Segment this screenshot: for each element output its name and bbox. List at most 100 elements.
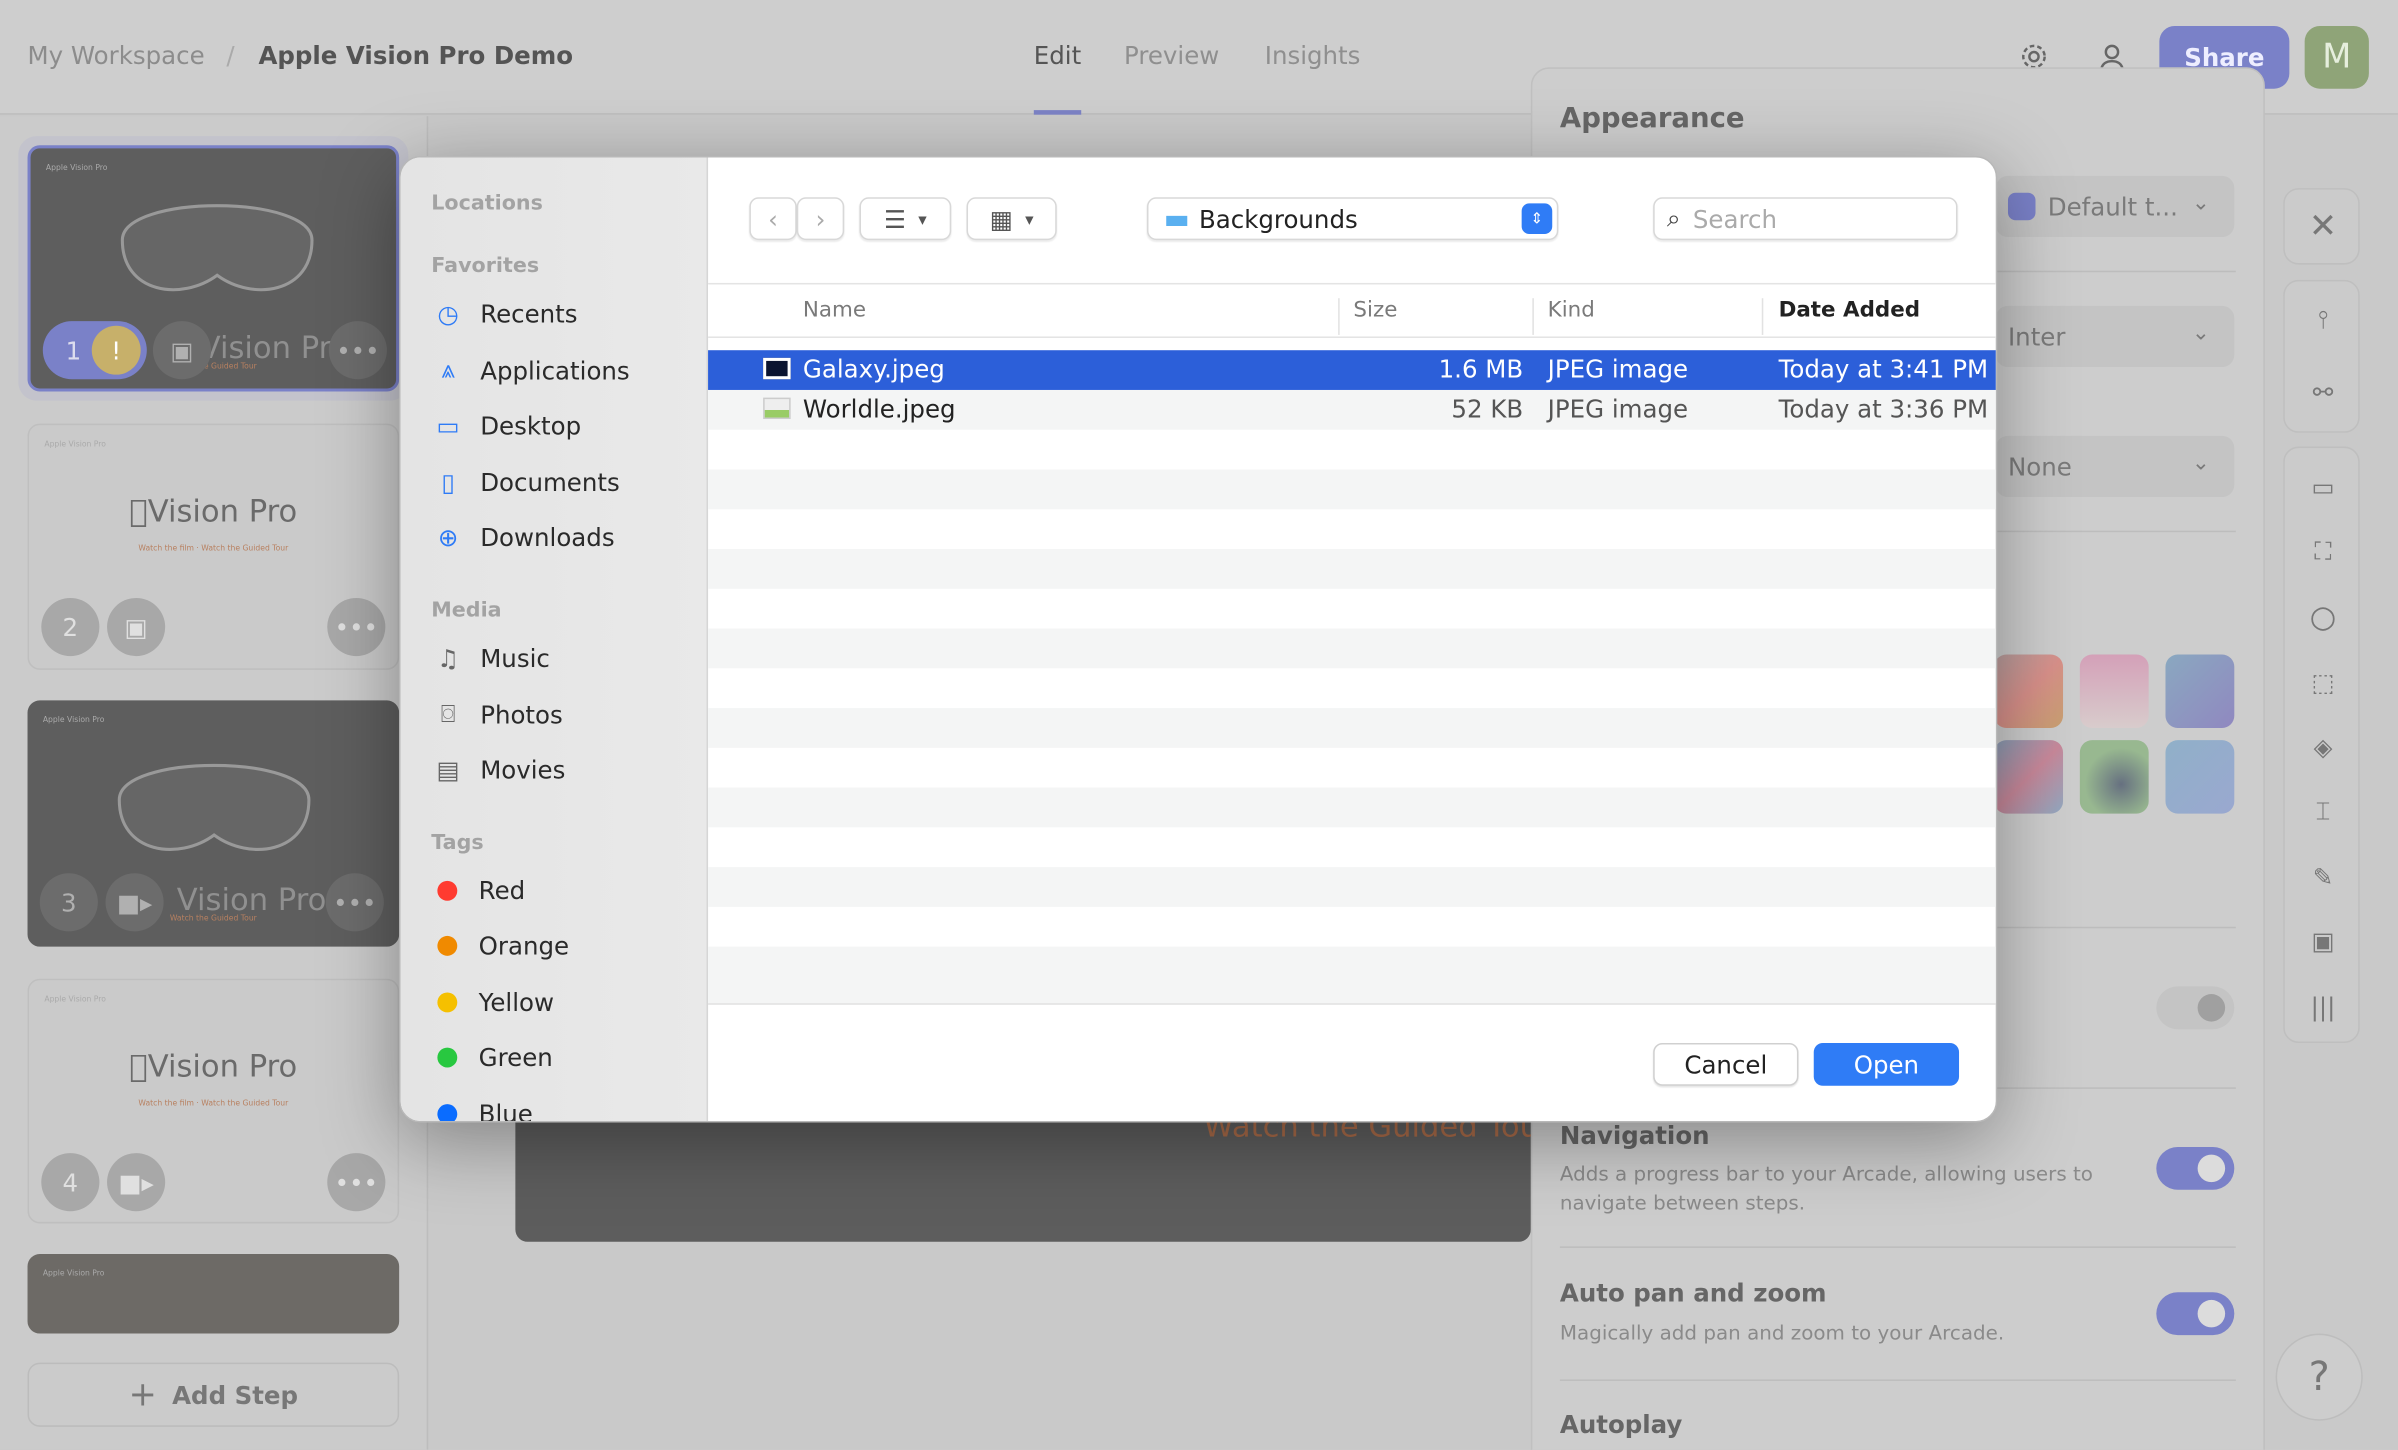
circle-icon[interactable]: ○ [2305, 598, 2342, 635]
background-swatch[interactable] [2165, 654, 2235, 728]
step-card-3[interactable]: Apple Vision Pro Vision Pro Watch the Gu… [27, 700, 400, 947]
sidebar-item-downloads[interactable]: ⊕ Downloads [431, 514, 691, 560]
image-icon[interactable]: ▣ [152, 321, 212, 380]
sidebar-item-music[interactable]: ♫ Music [431, 635, 691, 681]
more-options-icon[interactable]: ••• [325, 873, 384, 932]
grid-view-button[interactable]: ▦ ▾ [966, 197, 1057, 241]
sidebar-item-recents[interactable]: ◷ Recents [431, 291, 691, 337]
forward-button[interactable]: › [796, 197, 845, 241]
tag-dot-icon [437, 880, 458, 900]
updown-chevron-icon: ⇕ [1521, 203, 1553, 234]
step-header: Apple Vision Pro [44, 440, 106, 450]
open-button[interactable]: Open [1813, 1042, 1960, 1086]
panel-title: Appearance [1559, 102, 1745, 135]
step-number-badge: 4 [41, 1153, 100, 1212]
breadcrumb-workspace[interactable]: My Workspace [28, 41, 205, 70]
layers-icon[interactable]: ◈ [2305, 728, 2342, 765]
column-kind[interactable]: Kind [1548, 298, 1595, 322]
column-name[interactable]: Name [803, 298, 866, 322]
tab-insights[interactable]: Insights [1265, 41, 1361, 70]
background-swatch[interactable] [1994, 740, 2064, 814]
camera-icon: ⌼ [440, 698, 456, 728]
more-options-icon[interactable]: ••• [328, 321, 387, 380]
tag-yellow[interactable]: Yellow [431, 979, 691, 1025]
tag-orange[interactable]: Orange [431, 922, 691, 968]
video-icon[interactable]: ■▸ [105, 873, 164, 932]
step-card-1[interactable]: Apple Vision Pro Vision Pro Watch the Gu… [27, 145, 400, 392]
add-step-button[interactable]: + Add Step [27, 1362, 400, 1427]
branch-icon[interactable]: ⚯ [2305, 373, 2342, 410]
image-stack-icon[interactable]: ▣ [2305, 922, 2342, 959]
background-swatch[interactable] [1994, 654, 2064, 728]
chevron-right-icon: › [815, 204, 826, 234]
section-tags: Tags [431, 830, 484, 855]
sidebar-item-movies[interactable]: ▤ Movies [431, 746, 691, 792]
tab-edit[interactable]: Edit [1034, 41, 1081, 70]
auto-pan-description: Magically add pan and zoom to your Arcad… [1559, 1322, 2005, 1346]
active-tab-indicator [1033, 110, 1082, 115]
text-field-icon[interactable]: ⌶ [2305, 794, 2342, 831]
location-popup[interactable]: ▬ Backgrounds ⇕ [1146, 197, 1559, 241]
more-options-icon[interactable]: ••• [327, 1153, 386, 1212]
column-size[interactable]: Size [1353, 298, 1397, 322]
auto-pan-toggle[interactable] [2156, 1292, 2235, 1336]
tag-dot-icon [437, 1046, 458, 1067]
video-icon[interactable]: ■▸ [107, 1153, 166, 1212]
tag-blue[interactable]: Blue [431, 1090, 691, 1121]
list-icon: ☰ [884, 204, 906, 234]
search-field[interactable]: ⌕ Search [1653, 197, 1958, 241]
step-card-5[interactable]: Apple Vision Pro [27, 1254, 400, 1334]
tag-red[interactable]: Red [431, 867, 691, 913]
close-rail: ✕ [2283, 188, 2360, 265]
folder-icon: ▬ [1163, 202, 1190, 235]
step-header: Apple Vision Pro [45, 163, 108, 173]
step-card-4[interactable]: Apple Vision Pro Vision Pro Watch the f… [27, 978, 400, 1224]
auto-pan-title: Auto pan and zoom [1559, 1278, 1827, 1308]
audio-waveform-icon[interactable]: ||| [2305, 988, 2342, 1025]
section-locations: Locations [431, 191, 543, 216]
dialog-sidebar: Locations Favorites ◷ Recents ⩓ Applicatio… [400, 157, 709, 1121]
theme-dropdown[interactable]: Default t... ⌄ [1995, 175, 2235, 238]
cancel-button[interactable]: Cancel [1653, 1042, 1799, 1086]
image-icon[interactable]: ▣ [107, 597, 166, 657]
font-dropdown[interactable]: Inter ⌄ [1995, 305, 2235, 368]
chevron-down-icon: ⌄ [2191, 191, 2210, 216]
file-row[interactable]: Worldle.jpeg 52 KB JPEG image Today at 3… [708, 389, 1996, 430]
tag-dot-icon [437, 935, 458, 956]
tag-green[interactable]: Green [431, 1034, 691, 1080]
sidebar-item-desktop[interactable]: ▭ Desktop [431, 402, 691, 448]
file-row[interactable]: Galaxy.jpeg 1.6 MB JPEG image Today at 3… [708, 350, 1996, 390]
tab-preview[interactable]: Preview [1124, 41, 1219, 70]
step-subtitle: Watch the film · Watch the Guided Tour [138, 544, 289, 554]
crop-icon[interactable]: ⛶ [2305, 534, 2342, 571]
style-dropdown[interactable]: None ⌄ [1995, 435, 2235, 498]
search-icon: ⌕ [1666, 203, 1681, 233]
toggle-switch[interactable] [2156, 986, 2235, 1030]
navigation-toggle[interactable] [2156, 1146, 2235, 1190]
sidebar-item-photos[interactable]: ⌼ Photos [431, 691, 691, 737]
background-swatch[interactable] [2079, 740, 2149, 814]
hotspot-icon[interactable]: ⫯ [2305, 301, 2342, 338]
avatar[interactable]: M [2304, 25, 2369, 89]
close-icon[interactable]: ✕ [2305, 207, 2342, 245]
grid-icon: ▦ [989, 204, 1013, 234]
step-title: Vision Pro [129, 492, 297, 530]
header-icon[interactable]: ▭ [2305, 468, 2342, 505]
warning-icon[interactable]: ! [91, 325, 141, 375]
document-icon: ▯ [441, 467, 455, 497]
background-swatch[interactable] [2165, 740, 2235, 814]
divider [1559, 1379, 2236, 1381]
sidebar-item-applications[interactable]: ⩓ Applications [431, 347, 691, 393]
background-swatch[interactable] [2079, 654, 2149, 728]
section-media: Media [431, 597, 502, 623]
more-options-icon[interactable]: ••• [327, 597, 386, 657]
list-view-button[interactable]: ☰ ▾ [859, 197, 952, 241]
sidebar-item-documents[interactable]: ▯ Documents [431, 459, 691, 505]
cursor-icon[interactable]: ⬚ [2305, 664, 2342, 701]
step-card-2[interactable]: Apple Vision Pro Vision Pro Watch the f… [27, 423, 400, 670]
image-file-icon [763, 397, 791, 420]
back-button[interactable]: ‹ [749, 197, 797, 241]
help-button[interactable]: ? [2275, 1333, 2363, 1421]
pencil-icon[interactable]: ✎ [2305, 858, 2342, 895]
column-date-added[interactable]: Date Added [1779, 298, 1921, 322]
